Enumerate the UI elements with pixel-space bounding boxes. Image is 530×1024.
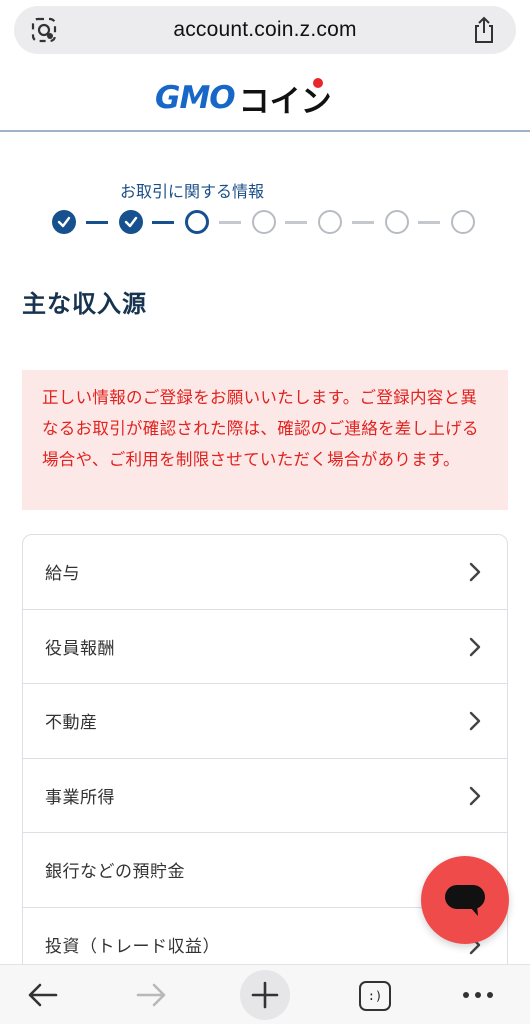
address-bar[interactable]: account.coin.z.com <box>14 6 516 54</box>
step-todo <box>451 210 475 234</box>
step-current <box>185 210 209 234</box>
browser-top-bar: account.coin.z.com <box>0 0 530 66</box>
list-item[interactable]: 役員報酬 <box>23 610 507 684</box>
list-item[interactable]: 事業所得 <box>23 759 507 833</box>
progress-steps <box>52 208 482 236</box>
list-item-label: 投資（トレード収益） <box>45 936 220 957</box>
forward-arrow-icon[interactable] <box>130 973 174 1017</box>
list-item-label: 役員報酬 <box>45 638 115 659</box>
plus-icon <box>251 981 279 1009</box>
chevron-right-icon <box>469 786 481 805</box>
step-todo <box>251 210 276 234</box>
step-done <box>118 210 143 234</box>
chevron-right-icon <box>469 637 481 656</box>
page: account.coin.z.com GMO コイン お取引に関する情報 主な収… <box>0 0 530 1024</box>
more-options-icon[interactable] <box>456 973 500 1017</box>
share-icon[interactable] <box>470 15 498 45</box>
step-connector <box>418 221 440 224</box>
check-icon <box>57 216 71 228</box>
list-item-label: 給与 <box>45 564 80 585</box>
logo-gmo-text: GMO <box>155 80 236 116</box>
step-connector <box>351 221 374 224</box>
list-item-label: 事業所得 <box>45 787 115 808</box>
step-connector <box>85 221 108 224</box>
check-icon <box>124 216 137 228</box>
list-item[interactable]: 給与 <box>23 535 507 610</box>
warning-notice: 正しい情報のご登録をお願いいたします。ご登録内容と異なるお取引が確認された際は、… <box>22 370 508 510</box>
list-item-label: 不動産 <box>45 713 98 734</box>
url-text[interactable]: account.coin.z.com <box>14 18 516 42</box>
chevron-right-icon <box>469 711 481 731</box>
step-connector <box>218 221 241 224</box>
logo-coin-text: コイン <box>239 76 332 121</box>
notice-text: 正しい情報のご登録をお願いいたします。ご登録内容と異なるお取引が確認された際は、… <box>42 388 479 469</box>
site-header: GMO コイン <box>0 66 530 132</box>
back-arrow-icon[interactable] <box>20 973 64 1017</box>
new-tab-button[interactable] <box>240 970 290 1020</box>
browser-bottom-toolbar: :) <box>0 964 530 1024</box>
step-todo <box>318 210 342 234</box>
page-title: 主な収入源 <box>22 290 147 318</box>
list-item-label: 銀行などの預貯金 <box>45 862 185 883</box>
list-item[interactable]: 不動産 <box>23 684 507 759</box>
logo-red-dot <box>312 77 323 88</box>
step-todo <box>384 210 409 234</box>
step-done <box>52 210 76 234</box>
chat-bubble-icon <box>445 885 485 916</box>
chat-button[interactable] <box>421 856 509 944</box>
tabs-button[interactable]: :) <box>359 981 391 1011</box>
chevron-right-icon <box>469 562 481 582</box>
step-connector <box>152 221 174 224</box>
gmo-coin-logo[interactable]: GMO コイン <box>155 77 332 120</box>
step-label: お取引に関する情報 <box>120 182 265 201</box>
step-connector <box>285 221 307 224</box>
